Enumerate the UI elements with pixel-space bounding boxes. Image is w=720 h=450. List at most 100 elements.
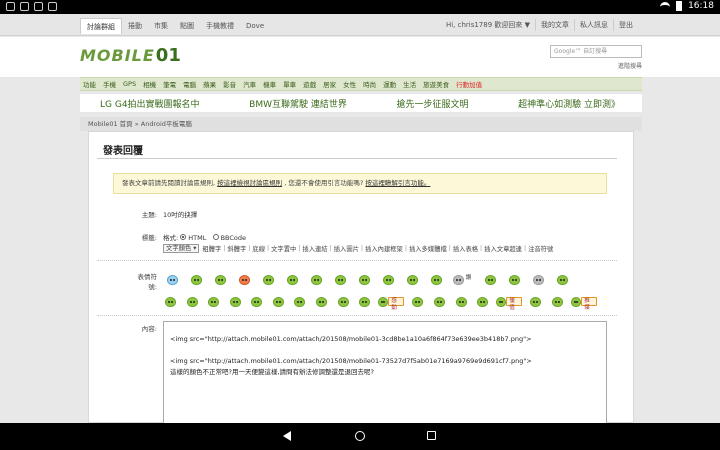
tab-discussion-groups[interactable]: 討論群組 (80, 18, 122, 34)
insert-image-button[interactable]: 插入圖片 (334, 244, 359, 253)
emoji-icon[interactable] (529, 273, 547, 286)
emoji-icon[interactable] (314, 295, 330, 308)
search-input[interactable]: Google™ 自訂搜尋 (550, 45, 642, 58)
category-item[interactable]: 單車 (283, 79, 296, 89)
emoji-sign-icon[interactable]: 優值 (496, 295, 523, 311)
category-item[interactable]: 生活 (403, 79, 416, 89)
emoji-icon[interactable] (403, 273, 421, 286)
emoji-icon[interactable] (259, 273, 277, 286)
breadcrumb[interactable]: Mobile01 首頁 » Android平板電腦 (80, 117, 642, 131)
emoji-icon[interactable] (163, 295, 179, 308)
category-item[interactable]: 旅遊美食 (423, 79, 449, 89)
category-item[interactable]: 時尚 (363, 79, 376, 89)
emoji-icon[interactable] (292, 295, 308, 308)
emoji-sign-icon[interactable]: 讚 (451, 273, 475, 286)
category-item-highlight[interactable]: 行動加值 (456, 79, 482, 89)
promo-link[interactable]: 搶先一步征服文明 (396, 97, 468, 110)
emoji-icon[interactable] (163, 273, 181, 286)
emoji-icon[interactable] (335, 295, 351, 308)
category-item[interactable]: 居家 (323, 79, 336, 89)
emoji-icon[interactable] (410, 295, 426, 308)
tab-photos[interactable]: 點圖 (174, 18, 200, 34)
emoji-icon[interactable] (187, 273, 205, 286)
advanced-search-link[interactable]: 進階搜尋 (618, 61, 642, 70)
format-html-radio[interactable] (180, 234, 187, 240)
emoji-icon[interactable] (528, 295, 544, 308)
emoji-icon[interactable] (228, 295, 244, 308)
user-menu[interactable]: Hi, chris1789 歡迎回來 ▼ (441, 19, 535, 31)
recent-apps-icon[interactable] (427, 431, 436, 440)
quote-help-link[interactable]: 按這裡瞭解引言功能。 (365, 179, 430, 187)
emoji-icon[interactable] (185, 295, 201, 308)
emoji-icon[interactable] (283, 273, 301, 286)
italic-button[interactable]: 斜體字 (227, 244, 246, 253)
insert-table-button[interactable]: 插入表格 (453, 244, 478, 253)
top-nav: 討論群組 捲動 市集 點圖 手機教禮 Dove Hi, chris1789 歡迎… (0, 14, 720, 36)
emoji-icon[interactable] (379, 273, 397, 286)
promo-link[interactable]: BMW互聯駕駛 連結世界 (249, 97, 347, 110)
category-item[interactable]: 手機 (103, 79, 116, 89)
emoji-sign-icon[interactable]: 推爆 (571, 295, 598, 311)
emoji-icon[interactable] (307, 273, 325, 286)
category-item[interactable]: 筆電 (163, 79, 176, 89)
private-messages-link[interactable]: 私人訊息 (574, 19, 613, 31)
category-item[interactable]: 汽車 (243, 79, 256, 89)
category-item[interactable]: 遊戲 (303, 79, 316, 89)
promo-link[interactable]: LG G4拍出實戰團報名中 (100, 97, 200, 110)
tab-market[interactable]: 市集 (148, 18, 174, 34)
site-header: MOBILE 01 Google™ 自訂搜尋 進階搜尋 (0, 37, 720, 77)
center-button[interactable]: 文字置中 (271, 244, 296, 253)
category-item[interactable]: 相機 (143, 79, 156, 89)
back-icon[interactable] (283, 431, 291, 441)
insert-iframe-button[interactable]: 插入內建框架 (365, 244, 403, 253)
logout-link[interactable]: 登出 (613, 19, 638, 31)
emoji-icon[interactable] (553, 273, 571, 286)
format-bbcode-radio[interactable] (212, 234, 219, 240)
category-item[interactable]: GPS (123, 80, 136, 88)
home-icon[interactable] (355, 431, 365, 441)
emoji-icon[interactable] (427, 273, 445, 286)
insert-article-link-button[interactable]: 插入文章超連 (484, 244, 522, 253)
rules-link[interactable]: 按這裡檢視討論區規則 (217, 179, 282, 187)
site-logo[interactable]: MOBILE 01 (80, 44, 181, 66)
emoji-icon[interactable] (206, 295, 222, 308)
bold-button[interactable]: 粗體字 (202, 244, 221, 253)
emoji-icon[interactable] (235, 273, 253, 286)
category-item[interactable]: 機車 (263, 79, 276, 89)
promo-link[interactable]: 超神準心如測驗 立即測》 (518, 97, 620, 110)
text-color-select[interactable]: 文字顏色 ▾ (163, 244, 200, 253)
category-item[interactable]: 電腦 (183, 79, 196, 89)
emoji-icon[interactable] (475, 295, 491, 308)
emoji-icon[interactable] (550, 295, 566, 308)
category-nav: 功能 手機 GPS 相機 筆電 電腦 蘋果 影音 汽車 機車 單車 遊戲 居家 … (80, 77, 642, 91)
subject-value[interactable]: 10吋的抉擇 (163, 209, 197, 219)
emoji-icon[interactable] (432, 295, 448, 308)
emoji-icon[interactable] (355, 273, 373, 286)
emoji-sign-icon[interactable]: 感動 (378, 295, 405, 311)
category-item[interactable]: 影音 (223, 79, 236, 89)
emoji-icon[interactable] (453, 295, 469, 308)
category-item[interactable]: 蘋果 (203, 79, 216, 89)
zhuyin-button[interactable]: 注音符號 (528, 244, 553, 253)
content-textarea[interactable]: <img src="http://attach.mobile01.com/att… (163, 321, 607, 424)
notification-icon (6, 2, 15, 11)
category-item[interactable]: 運動 (383, 79, 396, 89)
tab-scroll[interactable]: 捲動 (122, 18, 148, 34)
insert-media-button[interactable]: 插入多媒體檔 (409, 244, 447, 253)
emoji-icon[interactable] (249, 295, 265, 308)
emoji-icon[interactable] (211, 273, 229, 286)
tab-dove[interactable]: Dove (240, 18, 270, 34)
page-title: 發表回覆 (103, 146, 143, 157)
underline-button[interactable]: 底線 (252, 244, 265, 253)
subject-label: 主題: (141, 211, 157, 219)
emoji-icon[interactable] (331, 273, 349, 286)
emoji-icon[interactable] (357, 295, 373, 308)
emoji-icon[interactable] (271, 295, 287, 308)
tab-phone-guide[interactable]: 手機教禮 (200, 18, 240, 34)
emoji-icon[interactable] (481, 273, 499, 286)
my-articles-link[interactable]: 我的文章 (535, 19, 574, 31)
emoji-icon[interactable] (505, 273, 523, 286)
category-item[interactable]: 功能 (83, 79, 96, 89)
category-item[interactable]: 女性 (343, 79, 356, 89)
insert-link-button[interactable]: 插入連結 (302, 244, 327, 253)
